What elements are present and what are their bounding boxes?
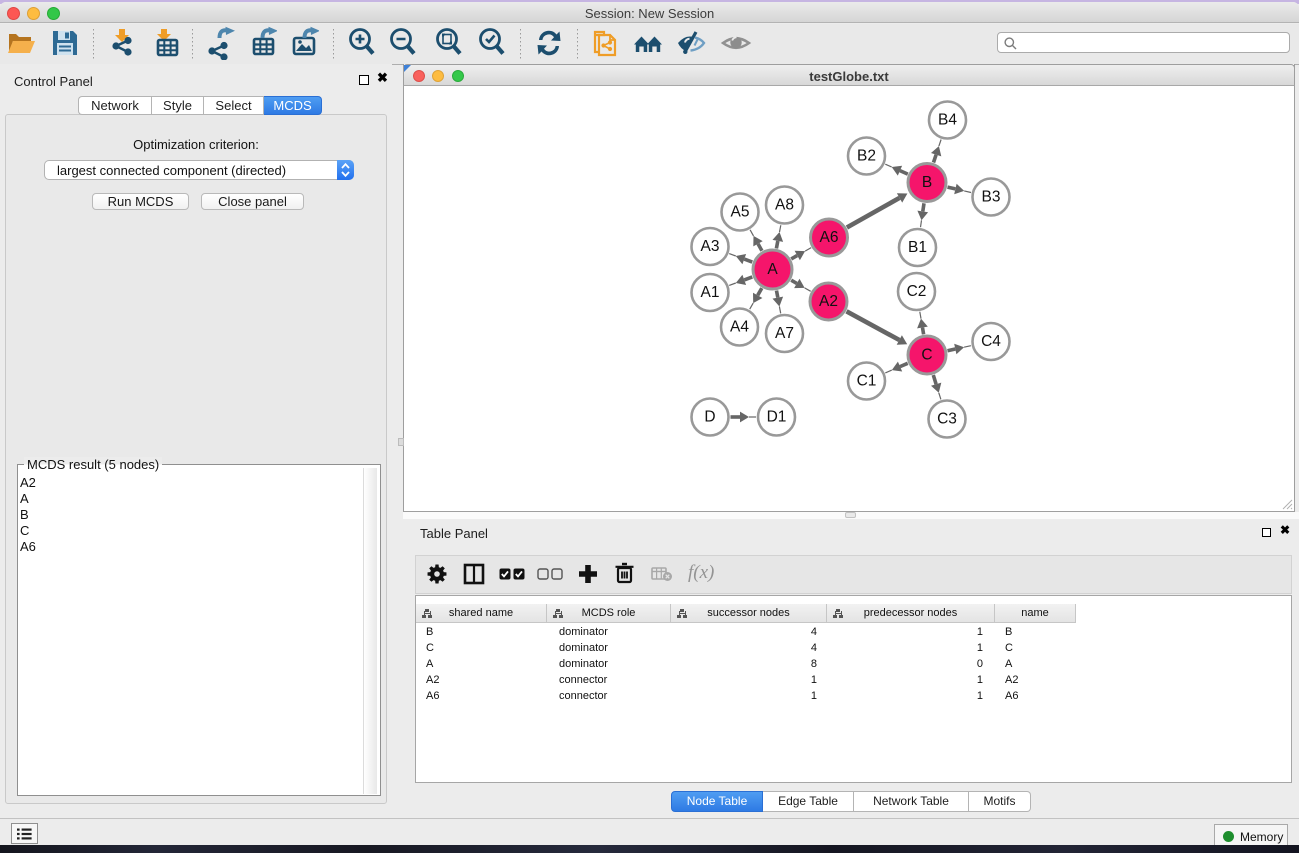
svg-text:B3: B3 — [982, 189, 1001, 206]
svg-text:D1: D1 — [767, 409, 787, 426]
svg-text:A3: A3 — [701, 238, 720, 255]
svg-text:B4: B4 — [938, 112, 957, 129]
svg-text:C2: C2 — [907, 283, 927, 300]
svg-text:A8: A8 — [775, 197, 794, 214]
svg-text:D: D — [704, 409, 715, 426]
svg-text:C3: C3 — [937, 411, 957, 428]
svg-text:B1: B1 — [908, 239, 927, 256]
svg-text:A4: A4 — [730, 319, 749, 336]
svg-text:C4: C4 — [981, 333, 1001, 350]
svg-text:B2: B2 — [857, 148, 876, 165]
svg-text:C: C — [921, 347, 932, 364]
svg-text:A1: A1 — [701, 284, 720, 301]
svg-text:A5: A5 — [731, 204, 750, 221]
svg-text:B: B — [922, 174, 932, 191]
svg-text:C1: C1 — [857, 373, 877, 390]
svg-text:A2: A2 — [819, 293, 838, 310]
svg-text:A6: A6 — [820, 229, 839, 246]
svg-text:A7: A7 — [775, 325, 794, 342]
svg-text:A: A — [767, 261, 778, 278]
